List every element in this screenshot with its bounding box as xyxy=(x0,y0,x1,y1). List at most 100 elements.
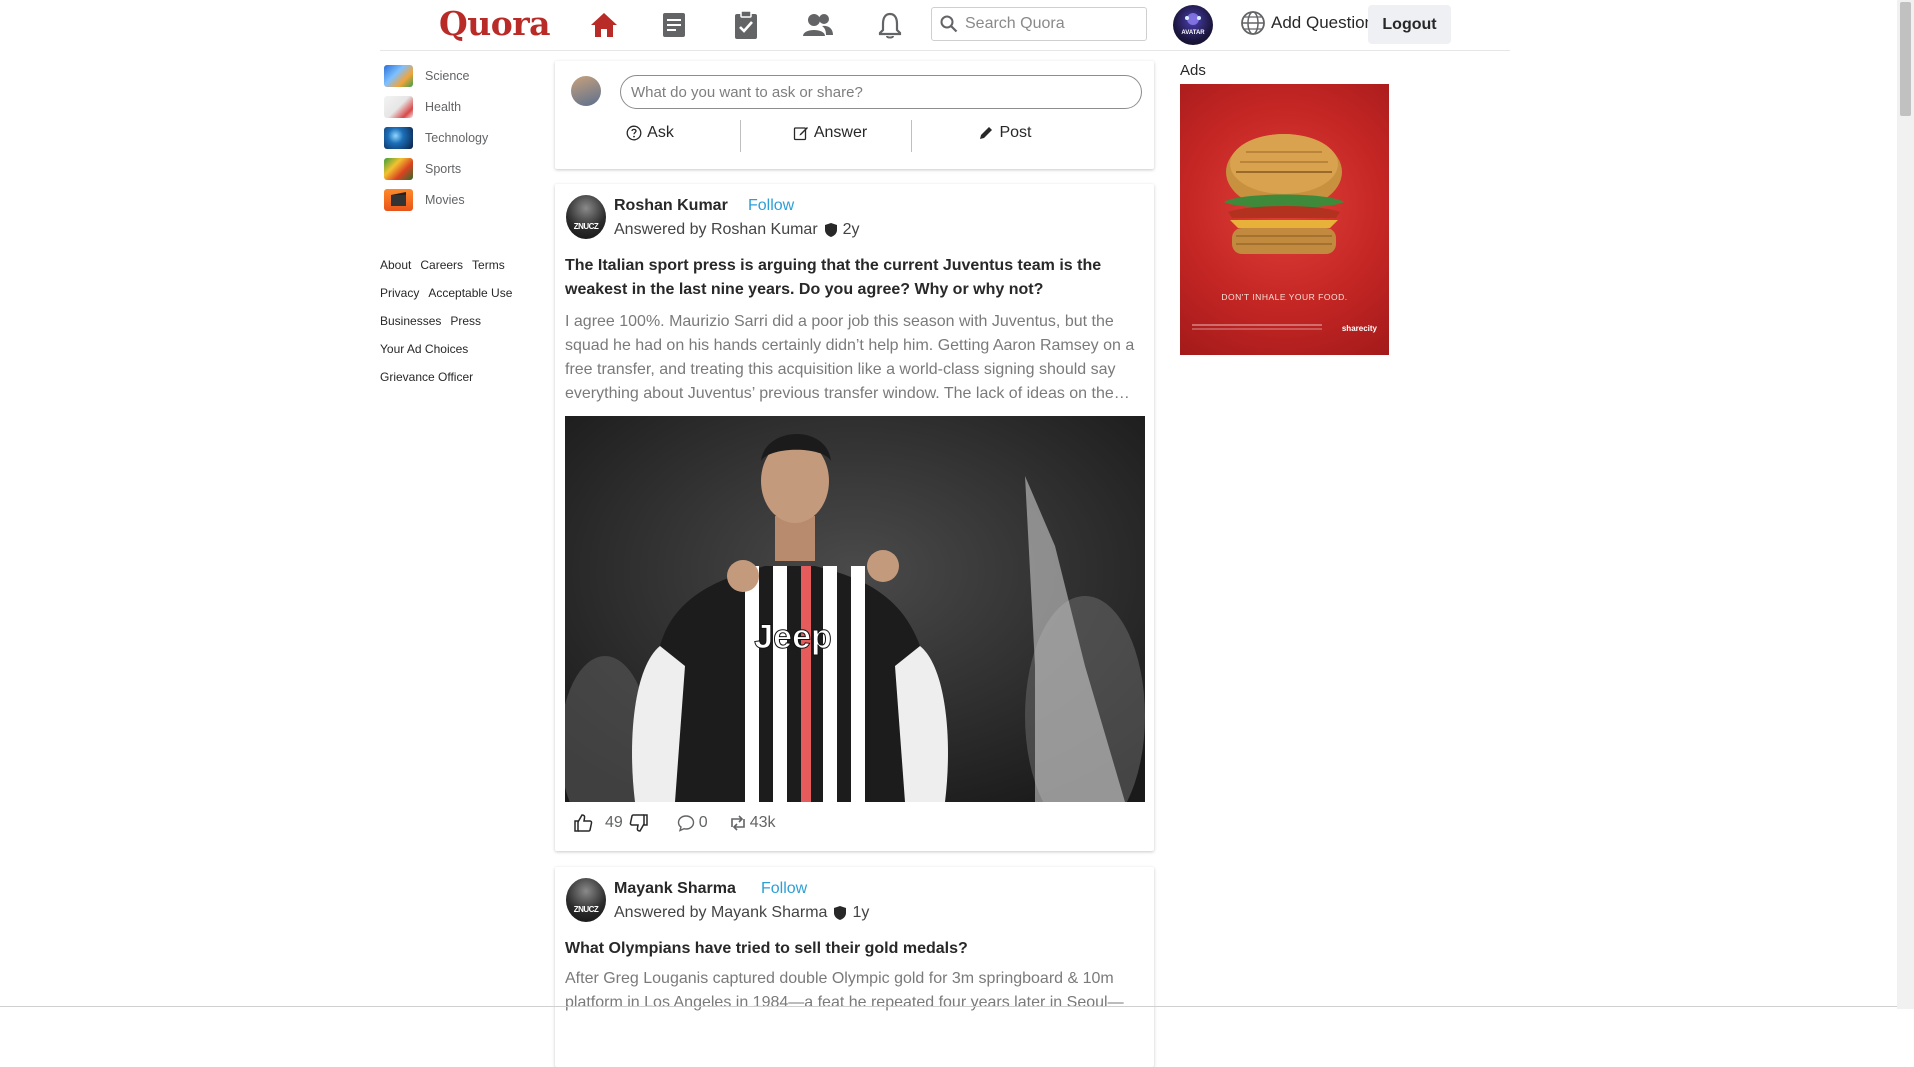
footer-link-privacy[interactable]: Privacy xyxy=(380,286,419,314)
shield-icon xyxy=(834,906,847,920)
retweet-icon xyxy=(730,815,745,831)
logout-button[interactable]: Logout xyxy=(1368,5,1451,44)
sidebar-item-science[interactable]: Science xyxy=(384,62,544,90)
bell-icon[interactable] xyxy=(873,8,907,42)
spaces-icon[interactable] xyxy=(729,8,763,42)
football-player-image: Jeep xyxy=(565,416,1145,802)
ad-brand: sharecity xyxy=(1341,324,1377,333)
sidebar-item-sports[interactable]: Sports xyxy=(384,155,544,183)
share-button[interactable]: 43k xyxy=(728,814,776,832)
post-label: Post xyxy=(999,124,1032,141)
author-avatar[interactable]: ZNUCZ xyxy=(566,195,606,239)
question-title[interactable]: The Italian sport press is arguing that … xyxy=(565,254,1125,302)
footer-link-grievance-officer[interactable]: Grievance Officer xyxy=(380,370,473,398)
question-circle-icon xyxy=(626,125,642,141)
answer-image[interactable]: Jeep xyxy=(565,416,1145,802)
answers-icon[interactable] xyxy=(657,8,691,42)
science-thumbnail xyxy=(384,65,413,87)
ad-fine-print xyxy=(1192,324,1322,326)
answer-age: 2y xyxy=(842,221,860,238)
technology-thumbnail xyxy=(384,127,413,149)
composer-divider xyxy=(911,120,912,152)
viewport-bottom-edge xyxy=(0,1006,1897,1007)
avatar-text: AVATAR xyxy=(1181,30,1205,36)
composer-avatar[interactable] xyxy=(571,76,601,106)
ask-input[interactable] xyxy=(620,75,1142,109)
footer-links: About Careers Terms Privacy Acceptable U… xyxy=(380,258,530,398)
answer-excerpt[interactable]: After Greg Louganis captured double Olym… xyxy=(565,967,1143,1015)
downvote-button[interactable] xyxy=(629,813,649,833)
jersey-sponsor-text: Jeep xyxy=(754,618,832,656)
author-name[interactable]: Mayank Sharma xyxy=(614,880,736,898)
footer-link-careers[interactable]: Careers xyxy=(420,258,463,286)
burger-illustration xyxy=(1224,134,1344,254)
search-input[interactable] xyxy=(963,14,1137,34)
sidebar-item-movies[interactable]: Movies xyxy=(384,186,544,214)
question-composer: Ask Answer Post xyxy=(555,61,1154,169)
ask-label: Ask xyxy=(647,124,674,141)
post-button[interactable]: Post xyxy=(960,117,1050,149)
feed-post: ZNUCZ Mayank Sharma Follow Answered by M… xyxy=(555,867,1154,1067)
ask-button[interactable]: Ask xyxy=(615,117,685,149)
top-header: Quora AVATAR Add Question Logout xyxy=(0,0,1900,51)
answered-by-text: Answered by Roshan Kumar xyxy=(614,221,818,238)
composer-divider xyxy=(740,120,741,152)
page-scrollbar[interactable] xyxy=(1897,0,1914,1009)
follow-button[interactable]: Follow xyxy=(748,197,794,215)
scrollbar-thumb[interactable] xyxy=(1900,2,1911,116)
comment-button[interactable]: 0 xyxy=(677,814,708,832)
author-avatar[interactable]: ZNUCZ xyxy=(566,878,606,922)
topics-sidebar: Science Health Technology Sports Movies xyxy=(384,62,544,217)
footer-link-businesses[interactable]: Businesses xyxy=(380,314,441,342)
sidebar-item-label: Science xyxy=(425,69,470,83)
answered-by-text: Answered by Mayank Sharma xyxy=(614,904,828,921)
sidebar-item-label: Sports xyxy=(425,162,462,176)
sidebar-item-health[interactable]: Health xyxy=(384,93,544,121)
footer-link-press[interactable]: Press xyxy=(450,314,481,342)
comment-icon xyxy=(677,815,694,832)
ads-label: Ads xyxy=(1180,62,1206,79)
footer-link-acceptable-use[interactable]: Acceptable Use xyxy=(428,286,512,314)
ad-banner[interactable]: DON'T INHALE YOUR FOOD. sharecity xyxy=(1180,84,1389,355)
shield-icon xyxy=(824,223,837,237)
thumbs-down-icon xyxy=(629,814,648,832)
user-avatar[interactable]: AVATAR xyxy=(1173,5,1213,45)
add-question-button[interactable]: Add Question xyxy=(1240,10,1374,36)
post-actions: 49 0 43k xyxy=(573,811,776,835)
author-name[interactable]: Roshan Kumar xyxy=(614,197,728,215)
answer-excerpt[interactable]: I agree 100%. Maurizio Sarri did a poor … xyxy=(565,310,1143,406)
feed-post: ZNUCZ Roshan Kumar Follow Answered by Ro… xyxy=(555,184,1154,851)
footer-link-terms[interactable]: Terms xyxy=(472,258,505,286)
upvote-count: 49 xyxy=(605,814,623,831)
home-icon[interactable] xyxy=(587,8,621,42)
edit-icon xyxy=(793,127,808,141)
footer-link-ad-choices[interactable]: Your Ad Choices xyxy=(380,342,468,370)
question-title[interactable]: What Olympians have tried to sell their … xyxy=(565,937,1125,961)
upvote-button[interactable]: 49 xyxy=(573,813,623,833)
sidebar-item-label: Technology xyxy=(425,131,489,145)
thumbs-up-icon xyxy=(574,814,593,832)
footer-link-about[interactable]: About xyxy=(380,258,411,286)
follow-button[interactable]: Follow xyxy=(761,880,807,898)
sidebar-item-label: Health xyxy=(425,100,462,114)
sidebar-item-label: Movies xyxy=(425,193,465,207)
comment-count: 0 xyxy=(698,814,708,831)
share-count: 43k xyxy=(749,814,776,831)
health-thumbnail xyxy=(384,96,413,118)
movies-thumbnail xyxy=(384,189,413,211)
search-icon xyxy=(940,15,958,33)
answer-age: 1y xyxy=(852,904,870,921)
search-box[interactable] xyxy=(931,7,1147,41)
answer-button[interactable]: Answer xyxy=(780,117,880,149)
answer-meta: Answered by Roshan Kumar 2y xyxy=(614,221,860,239)
ad-caption: DON'T INHALE YOUR FOOD. xyxy=(1221,292,1348,302)
answer-label: Answer xyxy=(813,124,868,141)
answer-meta: Answered by Mayank Sharma 1y xyxy=(614,904,869,922)
people-icon[interactable] xyxy=(801,8,835,42)
globe-icon xyxy=(1241,11,1265,35)
header-divider xyxy=(380,50,1510,51)
sidebar-item-technology[interactable]: Technology xyxy=(384,124,544,152)
pencil-icon xyxy=(980,127,993,139)
quora-logo[interactable]: Quora xyxy=(439,4,551,43)
sports-thumbnail xyxy=(384,158,413,180)
